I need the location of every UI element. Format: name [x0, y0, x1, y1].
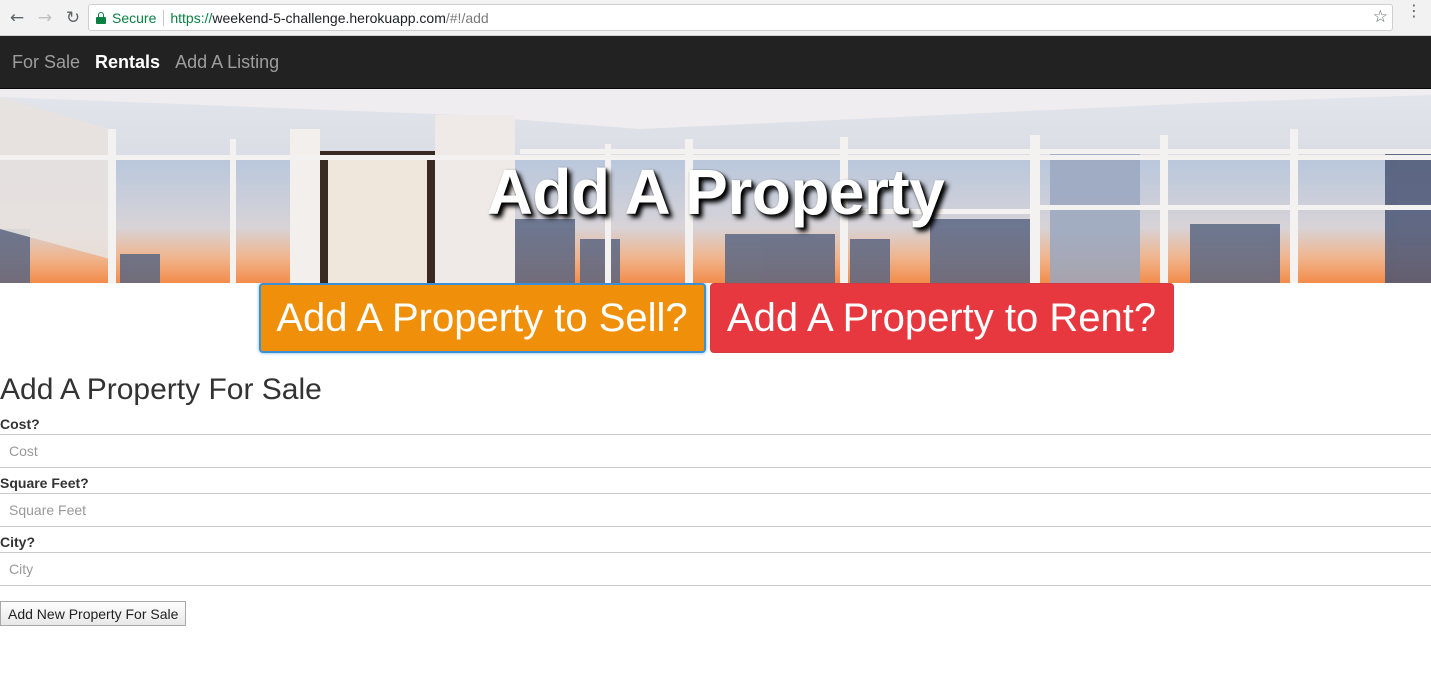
nav-link-for-sale[interactable]: For Sale — [12, 52, 80, 73]
add-new-property-for-sale-button[interactable]: Add New Property For Sale — [0, 601, 187, 626]
back-arrow-icon[interactable]: ← — [6, 7, 28, 29]
hero-title: Add A Property — [486, 156, 945, 228]
square-feet-label: Square Feet? — [0, 475, 89, 491]
city-input[interactable] — [0, 552, 1431, 586]
site-navbar: For Sale Rentals Add A Listing — [0, 36, 1431, 89]
forward-arrow-icon[interactable]: → — [34, 7, 56, 29]
add-property-to-rent-button[interactable]: Add A Property to Rent? — [709, 283, 1174, 353]
url-path: /#!/add — [445, 9, 489, 26]
add-property-to-sell-button[interactable]: Add A Property to Sell? — [258, 283, 706, 353]
address-separator — [163, 9, 165, 26]
browser-toolbar: ← → ↻ Secure https://weekend-5-challenge… — [0, 0, 1431, 36]
hero-banner: Add A Property — [0, 89, 1431, 283]
add-sale-form: Add A Property For Sale Cost? Square Fee… — [0, 353, 1431, 626]
lock-icon — [96, 11, 106, 24]
reload-icon[interactable]: ↻ — [62, 7, 84, 29]
form-title: Add A Property For Sale — [0, 373, 322, 406]
url-scheme: https:// — [170, 9, 213, 26]
address-bar[interactable]: Secure https://weekend-5-challenge.herok… — [88, 4, 1393, 31]
cost-input[interactable] — [0, 434, 1431, 468]
square-feet-input[interactable] — [0, 493, 1431, 527]
browser-menu-icon[interactable]: ⋮ — [1406, 3, 1422, 19]
city-label: City? — [0, 534, 35, 550]
cost-label: Cost? — [0, 416, 40, 432]
secure-label: Secure — [112, 9, 157, 26]
nav-link-add-listing[interactable]: Add A Listing — [175, 52, 279, 73]
bookmark-star-icon[interactable]: ☆ — [1373, 7, 1388, 27]
nav-link-rentals[interactable]: Rentals — [95, 52, 160, 73]
url-host: weekend-5-challenge.herokuapp.com — [212, 9, 446, 26]
listing-type-buttons: Add A Property to Sell? Add A Property t… — [0, 283, 1431, 353]
